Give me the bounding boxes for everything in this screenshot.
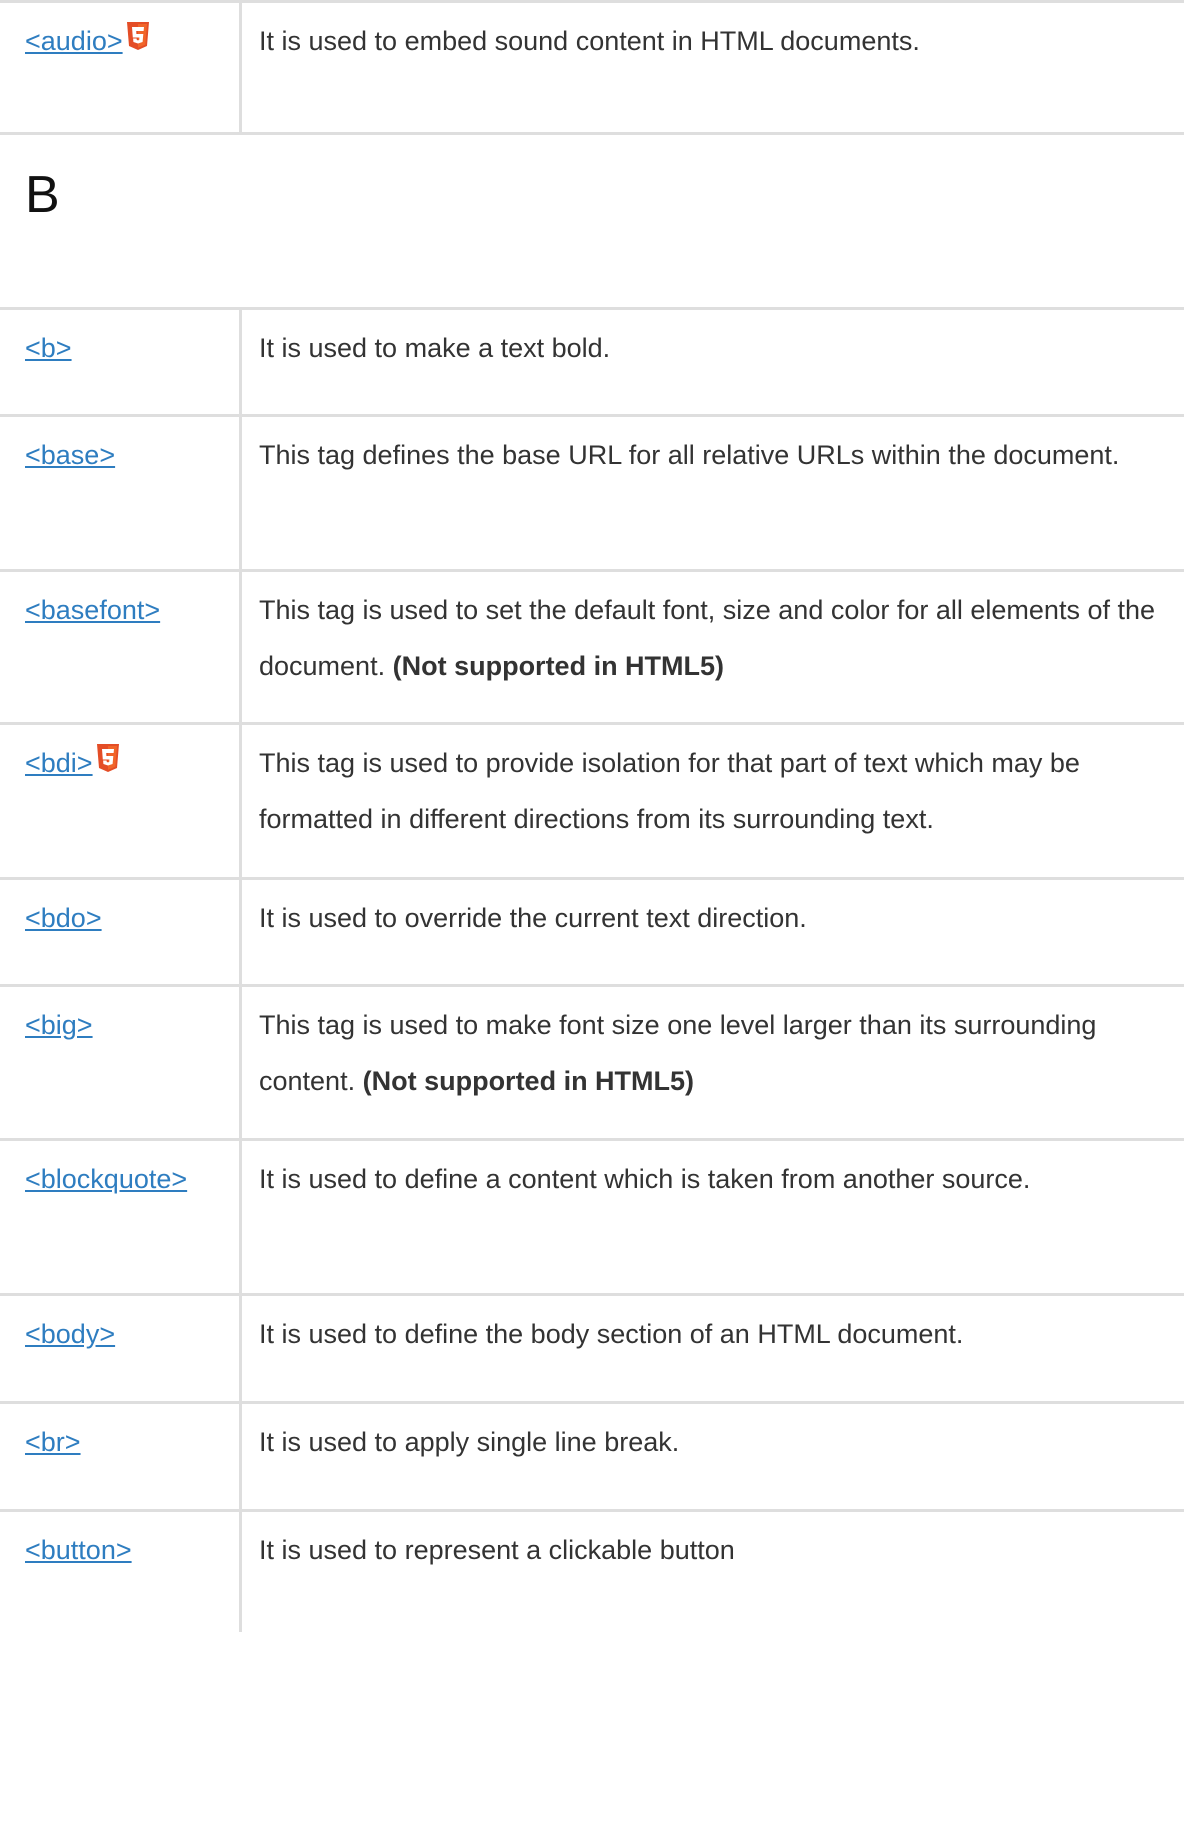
tag-link-br[interactable]: <br> [25,1427,81,1457]
description-cell: It is used to apply single line break. [242,1392,1184,1509]
description-cell: This tag is used to make font size one l… [242,975,1184,1138]
tag-link-base[interactable]: <base> [25,440,115,470]
html5-icon [96,743,120,777]
tag-cell: <bdo> [0,880,242,984]
description-cell: This tag is used to provide isolation fo… [242,713,1184,877]
tag-cell: <basefont> [0,572,242,722]
description-text: This tag defines the base URL for all re… [259,440,1120,470]
description-text: It is used to override the current text … [259,903,807,933]
description-cell: This tag is used to set the default font… [242,560,1184,722]
tag-link-basefont[interactable]: <basefont> [25,595,160,625]
description-cell: It is used to define a content which is … [242,1129,1184,1293]
tag-cell: <b> [0,310,242,414]
table-row-base: <base> This tag defines the base URL for… [0,417,1184,572]
description-cell: It is used to represent a clickable butt… [242,1500,1184,1632]
description-text: This tag is used to provide isolation fo… [259,748,1080,834]
section-header-b: B [0,135,1184,310]
description-text: It is used to define a content which is … [259,1164,1031,1194]
tag-cell: <blockquote> [0,1141,242,1293]
table-row-bdo: <bdo> It is used to override the current… [0,880,1184,987]
section-letter: B [25,166,60,224]
tag-link-bdi[interactable]: <bdi> [25,748,93,778]
description-text: It is used to make a text bold. [259,333,611,363]
not-supported-note: (Not supported in HTML5) [392,651,725,681]
description-cell: This tag defines the base URL for all re… [242,405,1184,569]
table-row-basefont: <basefont> This tag is used to set the d… [0,572,1184,725]
table-row-blockquote: <blockquote> It is used to define a cont… [0,1141,1184,1296]
tag-cell: <audio> [0,3,242,132]
description-text: It is used to embed sound content in HTM… [259,26,920,56]
description-text: It is used to represent a clickable butt… [259,1535,735,1565]
tag-cell: <big> [0,987,242,1138]
tag-link-body[interactable]: <body> [25,1319,115,1349]
tag-cell: <body> [0,1296,242,1401]
html-tags-table: <audio> It is used to embed sound conten… [0,0,1184,1632]
table-row-b: <b> It is used to make a text bold. [0,310,1184,417]
tag-link-button[interactable]: <button> [25,1535,132,1565]
table-row-button: <button> It is used to represent a click… [0,1512,1184,1632]
tag-cell: <bdi> [0,725,242,877]
table-row-bdi: <bdi> This tag is used to provide isolat… [0,725,1184,880]
description-text: It is used to apply single line break. [259,1427,680,1457]
tag-link-big[interactable]: <big> [25,1010,93,1040]
description-cell: It is used to embed sound content in HTM… [242,0,1184,132]
description-cell: It is used to override the current text … [242,868,1184,984]
table-row-br: <br> It is used to apply single line bre… [0,1404,1184,1512]
not-supported-note: (Not supported in HTML5) [362,1066,695,1096]
tag-cell: <br> [0,1404,242,1509]
tag-link-b[interactable]: <b> [25,333,72,363]
description-text: It is used to define the body section of… [259,1319,964,1349]
tag-cell: <button> [0,1512,242,1632]
html5-icon [126,21,150,55]
tag-link-blockquote[interactable]: <blockquote> [25,1164,187,1194]
table-row-big: <big> This tag is used to make font size… [0,987,1184,1141]
tag-link-audio[interactable]: <audio> [25,26,123,56]
description-cell: It is used to make a text bold. [242,298,1184,414]
table-row-body: <body> It is used to define the body sec… [0,1296,1184,1404]
tag-link-bdo[interactable]: <bdo> [25,903,102,933]
table-row-audio: <audio> It is used to embed sound conten… [0,0,1184,135]
tag-cell: <base> [0,417,242,569]
description-cell: It is used to define the body section of… [242,1284,1184,1401]
